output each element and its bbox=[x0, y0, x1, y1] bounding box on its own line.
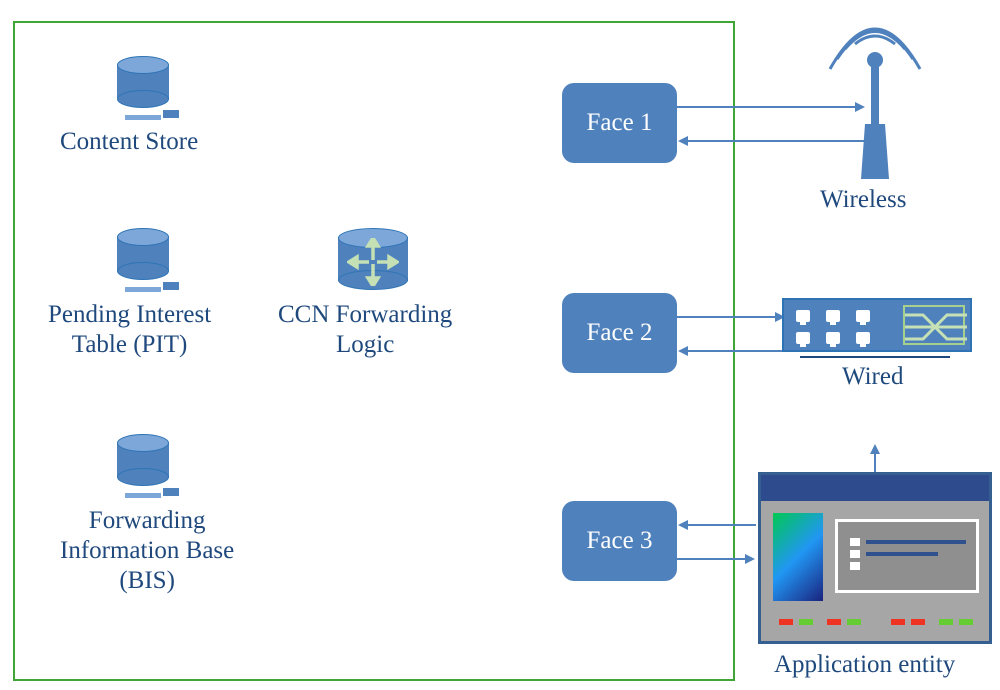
database-icon bbox=[117, 228, 169, 280]
arrow-head-icon bbox=[745, 554, 755, 564]
fib-label: Forwarding Information Base (BIS) bbox=[60, 506, 234, 596]
arrow-head-icon bbox=[678, 520, 688, 530]
application-entity-label: Application entity bbox=[774, 650, 955, 680]
ethernet-switch-icon bbox=[782, 298, 972, 352]
diagram-canvas: Content Store Pending Interest Table (PI… bbox=[0, 0, 1000, 690]
face-box-1: Face 1 bbox=[562, 83, 677, 163]
face-2-label: Face 2 bbox=[587, 319, 653, 347]
arrow-head-icon bbox=[678, 136, 688, 146]
content-store-label: Content Store bbox=[60, 127, 198, 157]
database-icon bbox=[338, 228, 408, 290]
application-window-icon bbox=[758, 472, 992, 644]
face-3-label: Face 3 bbox=[587, 527, 653, 555]
arrow-app-to-face3 bbox=[688, 524, 756, 526]
arrow-face3-to-app bbox=[677, 558, 745, 560]
ccn-forwarding-logic-label: CCN Forwarding Logic bbox=[278, 300, 452, 360]
database-icon bbox=[117, 56, 169, 108]
face-1-label: Face 1 bbox=[587, 109, 653, 137]
face-box-3: Face 3 bbox=[562, 501, 677, 581]
arrow-wired-to-face2 bbox=[688, 350, 786, 352]
wireless-label: Wireless bbox=[820, 185, 906, 215]
face-box-2: Face 2 bbox=[562, 293, 677, 373]
wired-underline bbox=[800, 356, 950, 358]
wired-label: Wired bbox=[842, 362, 903, 392]
arrow-app-out bbox=[874, 452, 876, 472]
wireless-antenna-icon bbox=[815, 4, 935, 179]
pit-label: Pending Interest Table (PIT) bbox=[48, 300, 211, 360]
arrow-head-icon bbox=[870, 444, 880, 454]
database-icon bbox=[117, 434, 169, 486]
arrow-head-icon bbox=[678, 346, 688, 356]
arrow-face2-to-wired bbox=[677, 316, 775, 318]
